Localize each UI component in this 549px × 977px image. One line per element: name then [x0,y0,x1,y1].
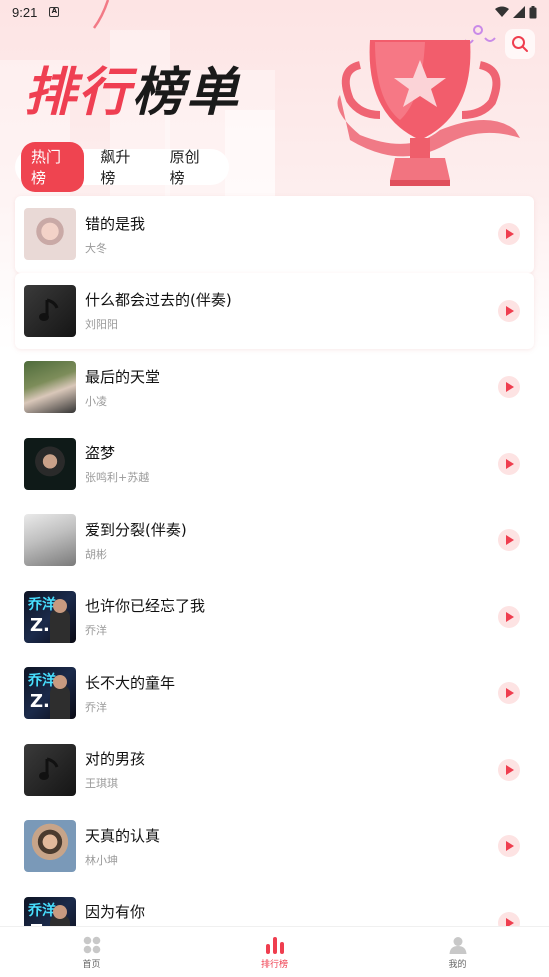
song-cover [24,514,76,567]
tabbar-label-home: 首页 [82,960,101,970]
song-info: 错的是我 大冬 [85,213,145,256]
tabbar-item-home[interactable]: 首页 [0,927,183,977]
song-artist: 张鸣利+苏越 [85,471,150,485]
trophy-illustration [337,25,520,186]
song-artist: 胡彬 [85,547,107,561]
tabbar-item-mine[interactable]: 我的 [366,927,549,977]
song-info: 长不大的童年 乔洋 [85,672,175,715]
song-cover [24,743,76,796]
song-row[interactable]: 天真的认真 林小坤 [0,808,549,885]
search-button[interactable] [505,29,535,59]
play-icon [506,611,514,622]
song-cover: 乔洋Z.D [24,667,76,720]
play-icon [506,688,514,699]
song-row[interactable]: 最后的天堂 小凌 [0,349,549,426]
song-title: 盗梦 [85,444,116,463]
music-note-icon [39,298,59,321]
song-title: 什么都会过去的(伴奏) [85,291,232,310]
song-title: 最后的天堂 [85,367,161,386]
song-artist: 林小坤 [85,853,118,867]
cover-figure-head [53,598,67,613]
song-cover [24,437,76,490]
play-button[interactable] [498,299,520,322]
play-icon [506,841,514,852]
wifi-icon [495,6,509,17]
song-artist: 王琪琪 [85,777,118,791]
chart-tabs: 热门榜 飙升榜 原创榜 [15,142,229,192]
status-time: 9:21 [12,4,38,20]
cover-figure-head [53,904,67,919]
tab-rising[interactable]: 飙升榜 [90,142,153,192]
song-title: 对的男孩 [85,750,146,769]
song-row[interactable]: 错的是我 大冬 [15,196,534,273]
play-icon [506,535,514,546]
song-info: 对的男孩 王琪琪 [85,748,145,791]
song-row[interactable]: 对的男孩 王琪琪 [0,732,549,809]
song-row[interactable]: 乔洋 Z.D 长不大的童年 乔洋 [0,655,549,732]
song-cover [24,208,76,261]
song-title: 也许你已经忘了我 [85,597,206,616]
notification-a-icon: A [49,7,60,17]
song-title: 爱到分裂(伴奏) [85,520,187,539]
song-cover [24,361,76,414]
play-button[interactable] [498,758,520,781]
song-info: 什么都会过去的(伴奏) 刘阳阳 [85,289,232,332]
tabbar-item-charts[interactable]: 排行榜 [183,927,366,977]
song-title: 因为有你 [85,903,146,922]
play-button[interactable] [498,605,520,628]
person-icon [449,937,466,954]
song-artist: 乔洋 [85,624,107,638]
page-title-part2: 榜单 [132,63,241,123]
song-title: 长不大的童年 [85,673,176,692]
play-button[interactable] [498,223,520,246]
song-artist: 小凌 [85,394,107,408]
search-icon [512,36,528,52]
song-list: 错的是我大冬什么都会过去的(伴奏) 刘阳阳最后的天堂小凌盗梦张鸣利+苏越爱到分裂(… [0,196,549,961]
song-info: 也许你已经忘了我乔洋 [85,595,205,638]
cover-figure [50,608,70,643]
tab-original[interactable]: 原创榜 [160,142,223,192]
play-button[interactable] [498,835,520,858]
song-artist: 乔洋 [85,700,107,714]
play-icon [506,458,514,469]
song-cover [24,284,76,337]
tab-hot[interactable]: 热门榜 [21,142,85,192]
song-info: 盗梦张鸣利+苏越 [85,442,149,485]
play-icon [506,382,514,393]
bottom-tab-bar: 首页 排行榜 我的 [0,926,549,977]
bar-chart-icon [265,937,284,954]
play-icon [506,764,514,775]
song-title: 错的是我 [85,214,146,233]
grid-icon [83,936,100,954]
play-button[interactable] [498,452,520,475]
song-row[interactable]: 乔洋 Z.D 也许你已经忘了我 乔洋 [0,579,549,656]
song-artist: 刘阳阳 [85,318,118,332]
page-title-part1: 排行 [24,63,133,123]
song-cover [24,820,76,873]
cover-figure [50,685,70,720]
song-cover: 乔洋Z.D [24,590,76,643]
play-icon [506,305,514,316]
song-info: 最后的天堂 小凌 [85,366,160,409]
song-title: 天真的认真 [85,826,161,845]
music-note-icon [39,757,59,780]
song-info: 天真的认真 林小坤 [85,825,160,868]
play-icon [506,229,514,240]
tabbar-label-mine: 我的 [448,960,467,970]
song-row[interactable]: 盗梦张鸣利+苏越 [0,426,549,503]
play-button[interactable] [498,376,520,399]
play-button[interactable] [498,682,520,705]
status-icons [495,5,537,19]
battery-icon [529,5,537,18]
signal-icon [513,6,525,18]
song-info: 爱到分裂(伴奏) 胡彬 [85,519,187,562]
song-row[interactable]: 什么都会过去的(伴奏) 刘阳阳 [15,272,534,349]
play-button[interactable] [498,529,520,552]
tabbar-label-charts: 排行榜 [260,960,288,970]
song-artist: 大冬 [85,241,107,255]
song-row[interactable]: 爱到分裂(伴奏) 胡彬 [0,502,549,579]
page-title: 排行榜单 [24,50,240,125]
